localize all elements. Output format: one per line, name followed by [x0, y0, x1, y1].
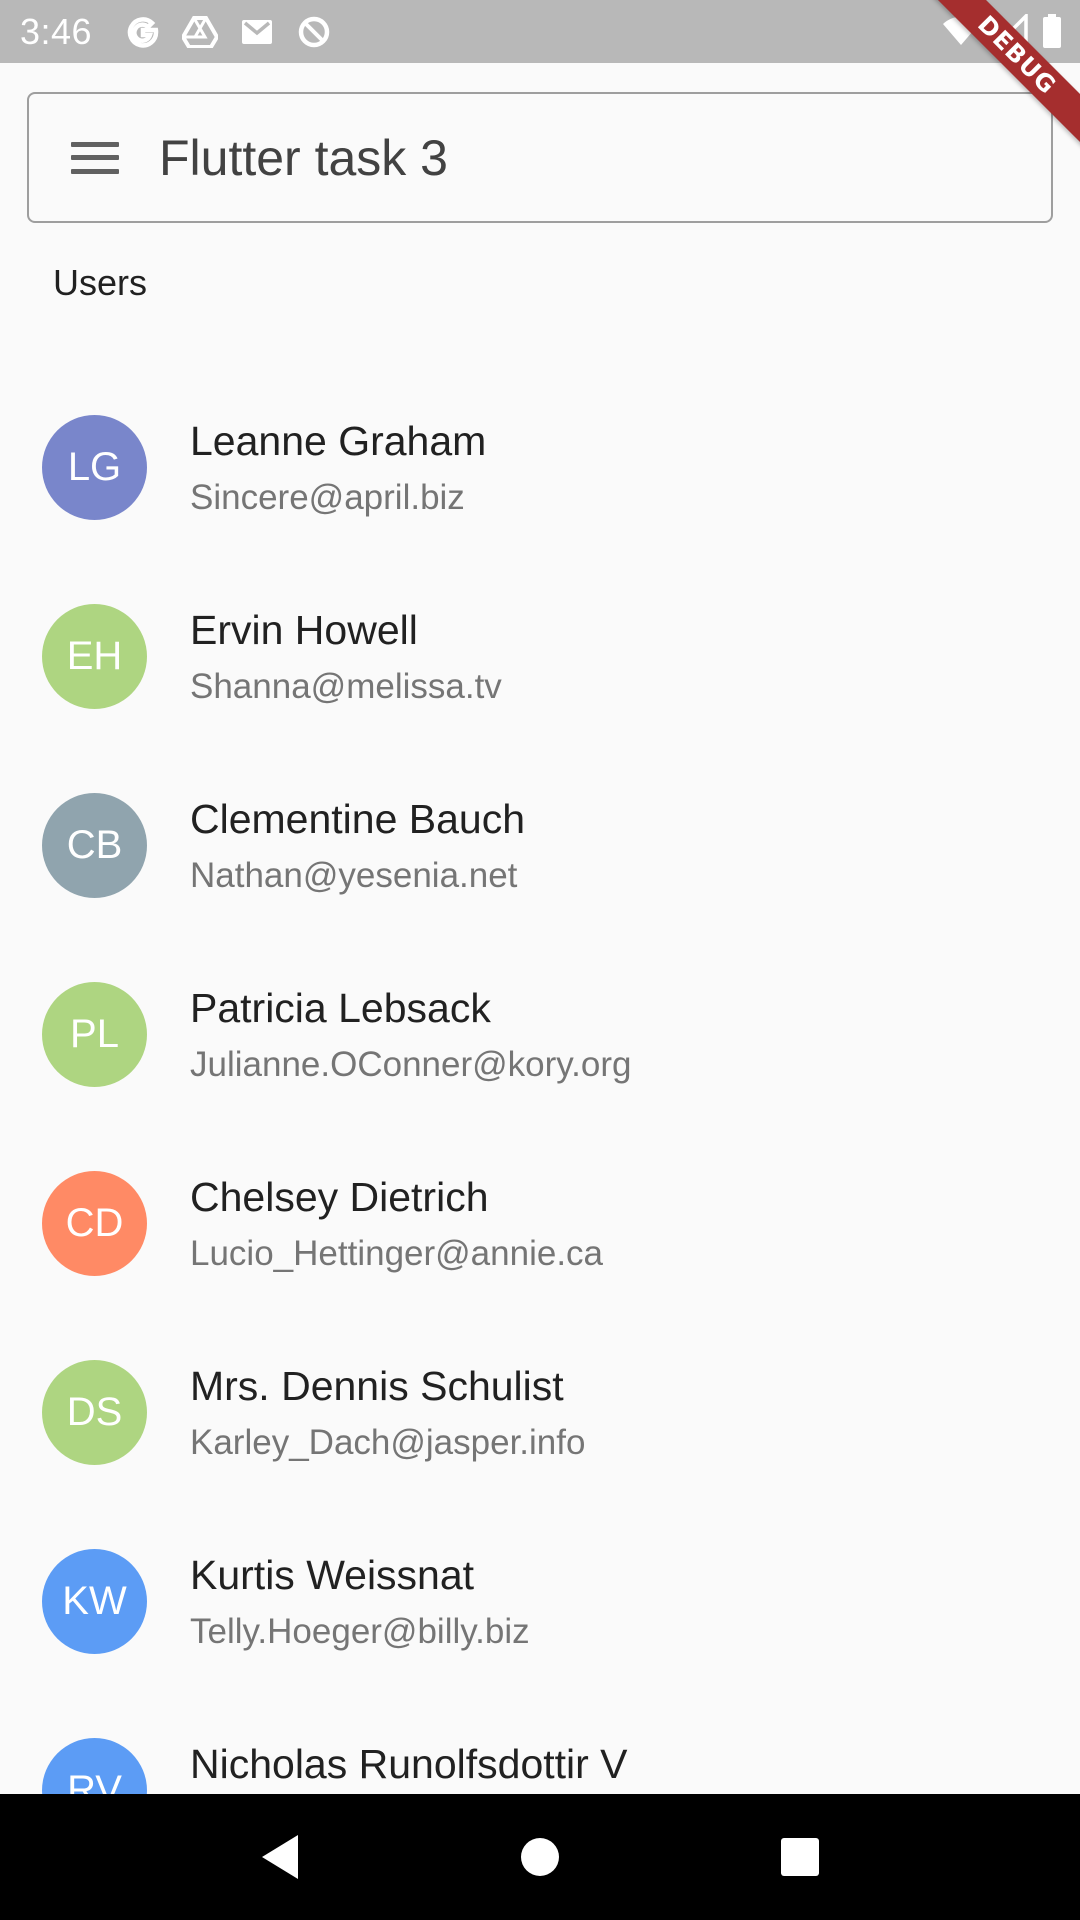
- user-name: Ervin Howell: [190, 607, 418, 653]
- avatar: DS: [42, 1360, 147, 1465]
- battery-icon: [1043, 14, 1061, 48]
- user-email: Nathan@yesenia.net: [190, 856, 518, 895]
- list-item[interactable]: LG Leanne Graham Sincere@april.biz: [0, 378, 1080, 567]
- home-icon[interactable]: [500, 1817, 580, 1897]
- avatar: EH: [42, 604, 147, 709]
- status-time: 3:46: [20, 10, 93, 52]
- user-email: Telly.Hoeger@billy.biz: [190, 1612, 530, 1651]
- avatar: KW: [42, 1549, 147, 1654]
- gmail-icon: [242, 19, 273, 44]
- menu-icon[interactable]: [69, 138, 121, 178]
- screen: 3:46 DEBUG Flutter task 3 Users LG Leann…: [0, 0, 1080, 1920]
- notification-icons: [126, 14, 332, 50]
- drive-icon: [182, 15, 219, 48]
- data-saver-icon: [298, 16, 330, 47]
- user-email: Lucio_Hettinger@annie.ca: [190, 1234, 604, 1273]
- signal-icon: [994, 14, 1028, 48]
- avatar: PL: [42, 982, 147, 1087]
- system-icons: [942, 14, 1062, 48]
- avatar: CB: [42, 793, 147, 898]
- user-name: Nicholas Runolfsdottir V: [190, 1741, 628, 1787]
- user-name: Patricia Lebsack: [190, 985, 491, 1031]
- user-email: Karley_Dach@jasper.info: [190, 1423, 586, 1462]
- status-bar: 3:46: [0, 0, 1080, 63]
- list-item[interactable]: CB Clementine Bauch Nathan@yesenia.net: [0, 756, 1080, 945]
- google-icon: [127, 16, 159, 48]
- navigation-bar: [0, 1794, 1080, 1920]
- wifi-icon: [943, 16, 979, 45]
- list-item[interactable]: CD Chelsey Dietrich Lucio_Hettinger@annie.…: [0, 1134, 1080, 1323]
- list-item[interactable]: PL Patricia Lebsack Julianne.OConner@kory.…: [0, 945, 1080, 1134]
- back-icon[interactable]: [240, 1817, 320, 1897]
- avatar: LG: [42, 415, 147, 520]
- user-email: Shanna@melissa.tv: [190, 667, 502, 706]
- user-name: Clementine Bauch: [190, 796, 526, 842]
- user-name: Kurtis Weissnat: [190, 1552, 475, 1598]
- list-item[interactable]: KW Kurtis Weissnat Telly.Hoeger@billy.biz: [0, 1512, 1080, 1701]
- user-name: Mrs. Dennis Schulist: [190, 1363, 564, 1409]
- user-list[interactable]: LG Leanne Graham Sincere@april.biz EH Ervin …: [0, 378, 1080, 1890]
- recents-icon[interactable]: [760, 1817, 840, 1897]
- user-name: Leanne Graham: [190, 418, 487, 464]
- list-item[interactable]: DS Mrs. Dennis Schulist Karley_Dach@jasper…: [0, 1323, 1080, 1512]
- user-name: Chelsey Dietrich: [190, 1174, 489, 1220]
- user-email: Sincere@april.biz: [190, 478, 465, 517]
- app-bar[interactable]: Flutter task 3: [27, 92, 1053, 223]
- avatar: CD: [42, 1171, 147, 1276]
- user-email: Julianne.OConner@kory.org: [190, 1045, 632, 1084]
- section-label-users: Users: [53, 262, 148, 303]
- list-item[interactable]: EH Ervin Howell Shanna@melissa.tv: [0, 567, 1080, 756]
- app-title: Flutter task 3: [159, 129, 448, 186]
